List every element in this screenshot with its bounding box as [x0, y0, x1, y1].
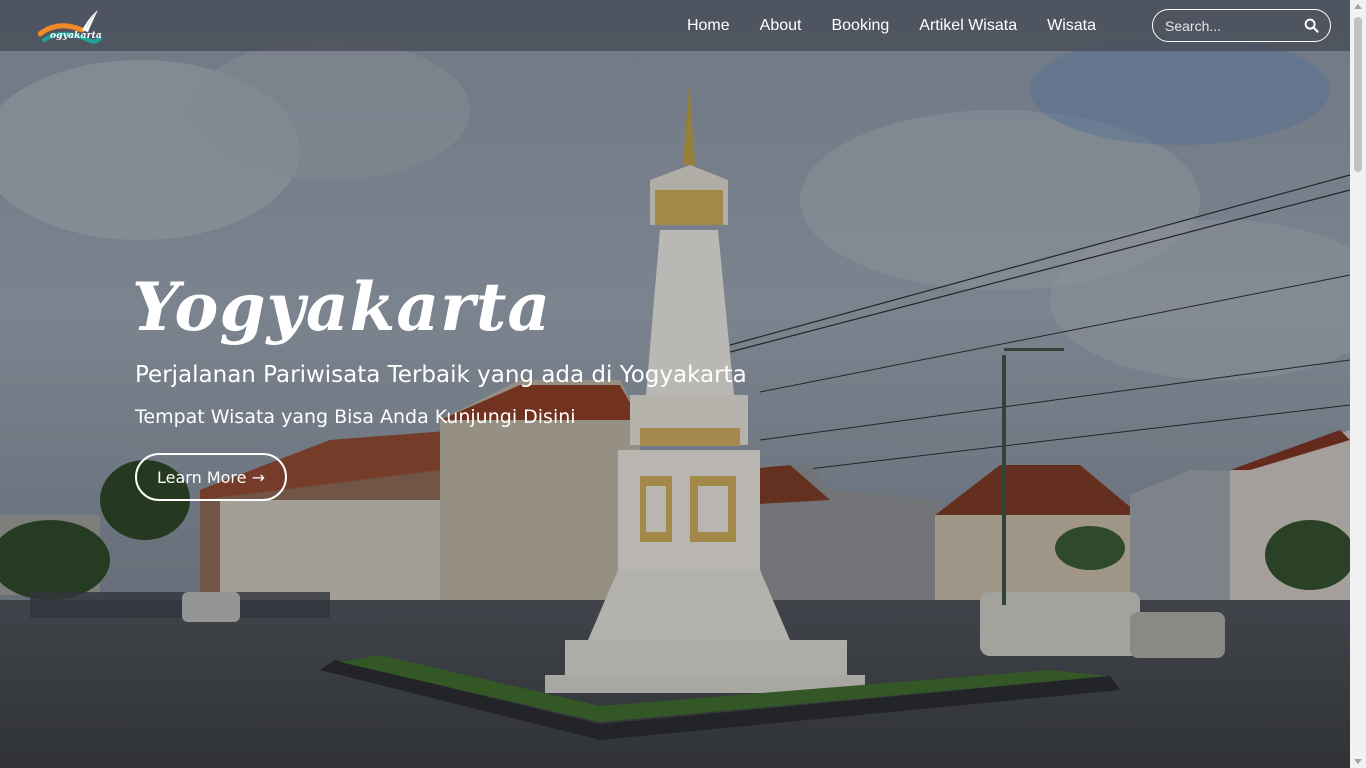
- nav-about[interactable]: About: [760, 17, 802, 35]
- scroll-down-arrow-icon[interactable]: [1354, 759, 1362, 764]
- hero-subtitle: Perjalanan Pariwisata Terbaik yang ada d…: [135, 362, 747, 388]
- hero-title: Yogyakarta: [132, 268, 552, 346]
- search-icon[interactable]: [1304, 18, 1319, 33]
- main-nav: Home About Booking Artikel Wisata Wisata: [657, 0, 1096, 51]
- nav-wisata[interactable]: Wisata: [1047, 17, 1096, 35]
- brand-logo[interactable]: [37, 6, 134, 48]
- nav-artikel-wisata[interactable]: Artikel Wisata: [919, 17, 1017, 35]
- hero-tagline: Tempat Wisata yang Bisa Anda Kunjungi Di…: [135, 406, 576, 428]
- brand-logo-text: ogyakarta: [50, 31, 102, 41]
- learn-more-button[interactable]: Learn More →: [135, 453, 287, 501]
- scrollbar-thumb[interactable]: [1354, 17, 1362, 172]
- search-box: [1152, 9, 1331, 42]
- nav-home[interactable]: Home: [687, 17, 730, 35]
- scroll-up-arrow-icon[interactable]: [1354, 4, 1362, 9]
- navbar: ogyakarta Home About Booking Artikel Wis…: [0, 0, 1350, 51]
- page-scrollbar[interactable]: [1350, 0, 1366, 768]
- brand-logo-icon: [37, 10, 102, 44]
- nav-booking[interactable]: Booking: [831, 17, 889, 35]
- search-input[interactable]: [1153, 17, 1293, 34]
